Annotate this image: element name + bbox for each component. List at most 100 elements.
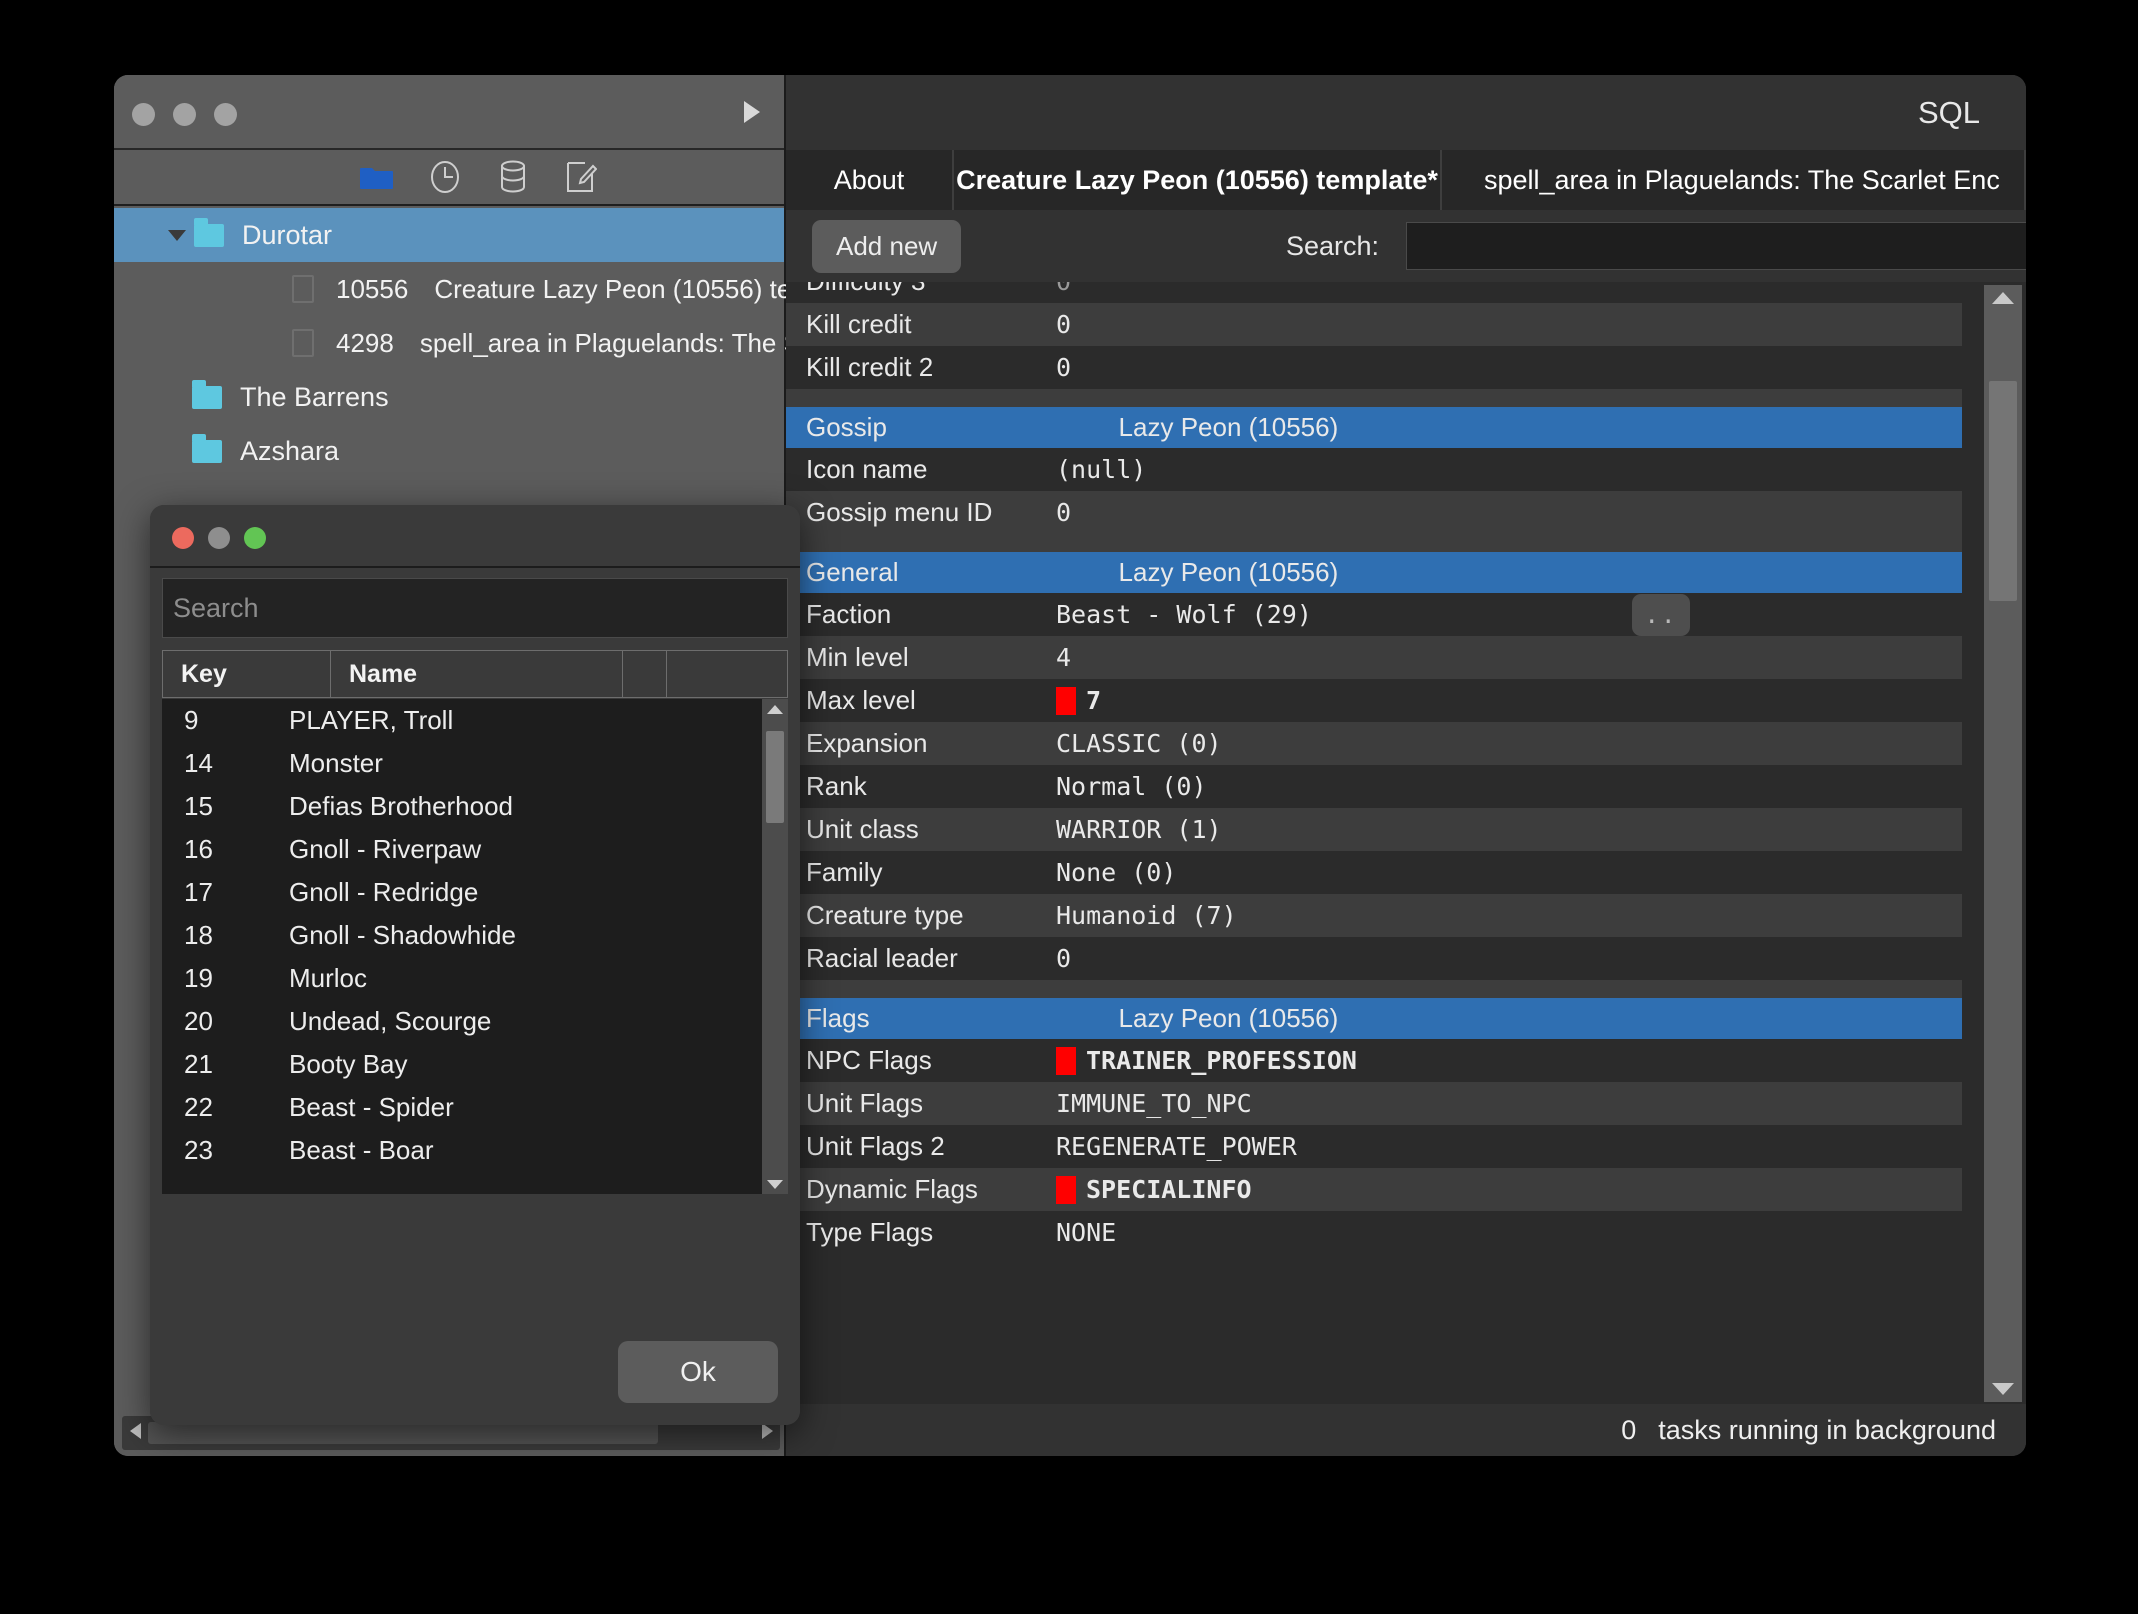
dialog-minimize-button[interactable] (208, 527, 230, 549)
property-row[interactable]: Min level4 (786, 636, 1962, 679)
property-row[interactable]: ExpansionCLASSIC (0) (786, 722, 1962, 765)
property-value[interactable]: REGENERATE_POWER (1056, 1132, 1297, 1161)
clock-icon[interactable] (425, 159, 465, 195)
scrollbar-thumb[interactable] (766, 731, 784, 823)
list-item[interactable]: 16Gnoll - Riverpaw (162, 828, 788, 871)
property-row[interactable]: FactionBeast - Wolf (29).. (786, 593, 1962, 636)
property-section-header[interactable]: GossipLazy Peon (10556) (786, 407, 1962, 448)
minimize-button-dot[interactable] (173, 103, 196, 126)
dialog-maximize-button[interactable] (244, 527, 266, 549)
list-item[interactable]: 22Beast - Spider (162, 1086, 788, 1129)
property-value[interactable]: 7 (1056, 686, 1101, 715)
property-row[interactable]: Max level7 (786, 679, 1962, 722)
column-header-name[interactable]: Name (331, 651, 623, 697)
tree-item-creature-template[interactable]: 10556 Creature Lazy Peon (10556) templat… (114, 262, 784, 316)
property-value[interactable]: WARRIOR (1) (1056, 815, 1222, 844)
tree-item-azshara[interactable]: Azshara (114, 424, 784, 478)
property-row[interactable]: Dynamic FlagsSPECIALINFO (786, 1168, 1962, 1211)
property-row[interactable]: Unit classWARRIOR (1) (786, 808, 1962, 851)
property-value[interactable]: NONE (1056, 1218, 1116, 1247)
dialog-traffic-lights[interactable] (172, 527, 266, 549)
property-row[interactable]: Gossip menu ID0 (786, 491, 1962, 534)
list-item[interactable]: 14Monster (162, 742, 788, 785)
scroll-right-arrow-icon[interactable] (754, 1423, 780, 1444)
property-row[interactable]: Kill credit0 (786, 303, 1962, 346)
add-new-button[interactable]: Add new (812, 220, 961, 273)
property-row[interactable]: Racial leader0 (786, 937, 1962, 980)
column-header-3[interactable] (623, 651, 667, 697)
close-button-dot[interactable] (132, 103, 155, 126)
search-input-field[interactable] (1407, 223, 2026, 269)
tab-creature-template[interactable]: Creature Lazy Peon (10556) template* (954, 150, 1442, 210)
list-item-name: Gnoll - Riverpaw (289, 834, 481, 865)
expand-triangle-icon[interactable] (160, 230, 194, 241)
property-section-header[interactable]: FlagsLazy Peon (10556) (786, 998, 1962, 1039)
property-row[interactable]: Unit Flags 2REGENERATE_POWER (786, 1125, 1962, 1168)
list-item[interactable]: 19Murloc (162, 957, 788, 1000)
scroll-up-arrow-icon[interactable] (762, 699, 788, 719)
property-value[interactable]: 0 (1056, 944, 1071, 973)
list-item[interactable]: 15Defias Brotherhood (162, 785, 788, 828)
list-item[interactable]: 9PLAYER, Troll (162, 699, 788, 742)
property-value[interactable]: TRAINER_PROFESSION (1056, 1046, 1357, 1075)
tab-spell-area[interactable]: spell_area in Plaguelands: The Scarlet E… (1442, 150, 2026, 210)
property-name: Unit Flags 2 (786, 1131, 1056, 1162)
folder-icon[interactable] (357, 159, 397, 195)
property-value[interactable]: None (0) (1056, 858, 1176, 887)
property-value[interactable]: 0 (1056, 282, 1071, 296)
dialog-search-input[interactable]: Search (162, 578, 788, 638)
property-value[interactable]: (null) (1056, 455, 1146, 484)
scroll-left-arrow-icon[interactable] (122, 1423, 148, 1444)
property-value[interactable]: SPECIALINFO (1056, 1175, 1252, 1204)
property-row[interactable]: Kill credit 20 (786, 346, 1962, 389)
list-item[interactable]: 17Gnoll - Redridge (162, 871, 788, 914)
property-row[interactable]: Unit FlagsIMMUNE_TO_NPC (786, 1082, 1962, 1125)
maximize-button-dot[interactable] (214, 103, 237, 126)
column-header-4[interactable] (667, 651, 787, 697)
list-item-key: 16 (162, 834, 289, 865)
property-value[interactable]: Humanoid (7) (1056, 901, 1237, 930)
database-icon[interactable] (493, 159, 533, 195)
property-value[interactable]: Normal (0) (1056, 772, 1207, 801)
property-row[interactable]: FamilyNone (0) (786, 851, 1962, 894)
property-value[interactable]: IMMUNE_TO_NPC (1056, 1089, 1252, 1118)
scroll-down-arrow-icon[interactable] (1984, 1376, 2022, 1402)
property-row[interactable]: NPC FlagsTRAINER_PROFESSION (786, 1039, 1962, 1082)
list-item[interactable]: 23Beast - Boar (162, 1129, 788, 1172)
window-traffic-lights[interactable] (132, 103, 237, 126)
list-item[interactable]: 21Booty Bay (162, 1043, 788, 1086)
property-section-header[interactable]: GeneralLazy Peon (10556) (786, 552, 1962, 593)
ok-button[interactable]: Ok (618, 1341, 778, 1403)
property-row[interactable]: Type FlagsNONE (786, 1211, 1962, 1254)
run-play-icon[interactable] (744, 101, 760, 123)
tab-about[interactable]: About (786, 150, 954, 210)
property-row[interactable]: Difficulty 30 (786, 282, 1962, 303)
property-value[interactable]: Beast - Wolf (29) (1056, 600, 1312, 629)
dialog-vertical-scrollbar[interactable] (762, 699, 788, 1194)
list-item[interactable]: 18Gnoll - Shadowhide (162, 914, 788, 957)
property-row[interactable]: Icon name(null) (786, 448, 1962, 491)
property-value[interactable]: CLASSIC (0) (1056, 729, 1222, 758)
property-row[interactable]: Creature typeHumanoid (7) (786, 894, 1962, 937)
property-grid-vertical-scrollbar[interactable] (1984, 285, 2022, 1402)
property-name: Rank (786, 771, 1056, 802)
property-value[interactable]: 0 (1056, 353, 1071, 382)
tree-item-spell-area[interactable]: 4298 spell_area in Plaguelands: The Scar… (114, 316, 784, 370)
property-value[interactable]: 0 (1056, 498, 1071, 527)
tree-item-the-barrens[interactable]: The Barrens (114, 370, 784, 424)
property-value[interactable]: 0 (1056, 310, 1071, 339)
tree-item-durotar[interactable]: Durotar (114, 208, 784, 262)
list-item[interactable]: 20Undead, Scourge (162, 1000, 788, 1043)
column-header-key[interactable]: Key (163, 651, 331, 697)
property-value[interactable]: 4 (1056, 643, 1071, 672)
search-input[interactable] (1406, 222, 2026, 270)
scroll-up-arrow-icon[interactable] (1984, 285, 2022, 311)
scrollbar-thumb[interactable] (148, 1422, 658, 1444)
dialog-close-button[interactable] (172, 527, 194, 549)
scroll-down-arrow-icon[interactable] (762, 1174, 788, 1194)
property-name: Icon name (786, 454, 1056, 485)
scrollbar-thumb[interactable] (1989, 381, 2017, 601)
edit-document-icon[interactable] (561, 159, 601, 195)
faction-browse-button[interactable]: .. (1632, 594, 1690, 636)
property-row[interactable]: RankNormal (0) (786, 765, 1962, 808)
